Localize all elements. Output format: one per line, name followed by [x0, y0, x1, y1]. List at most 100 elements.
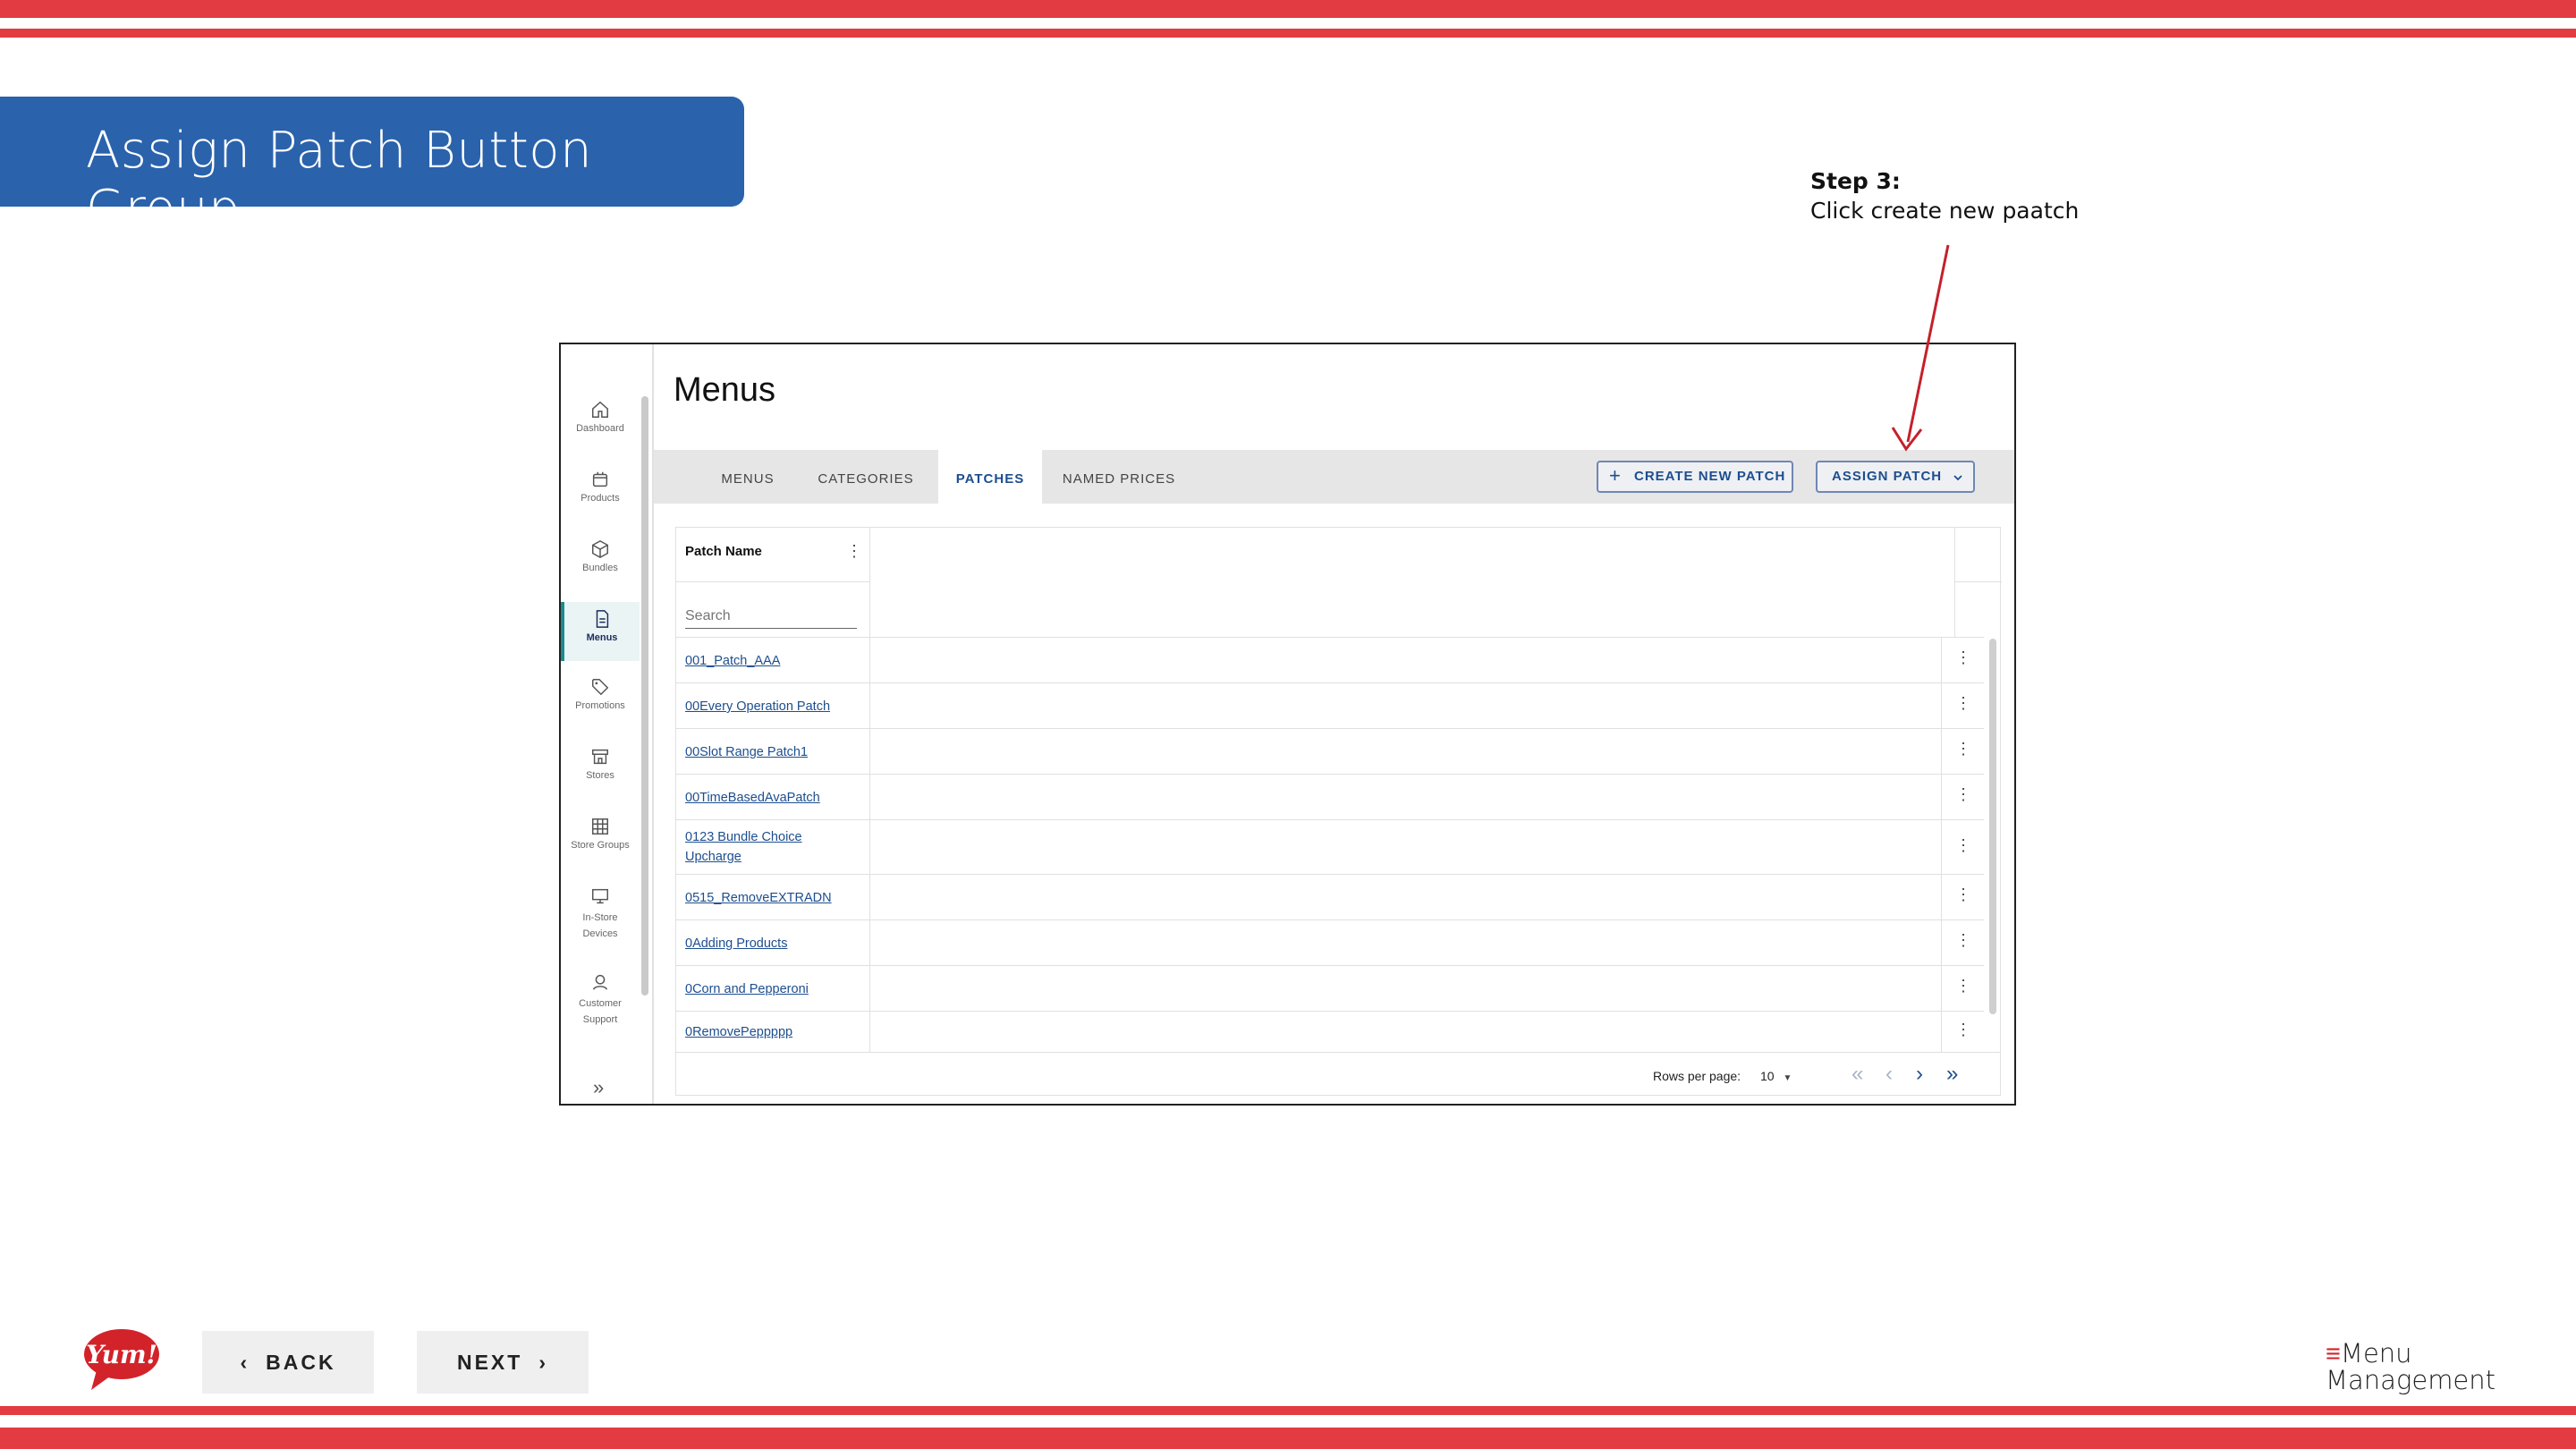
tag-icon: [592, 679, 609, 696]
patch-name-link[interactable]: 0Adding Products: [685, 934, 855, 953]
patch-name-link[interactable]: 00Every Operation Patch: [685, 697, 855, 716]
table-row[interactable]: 0Corn and Pepperoni ⋮: [676, 965, 1984, 1012]
sidebar-item-store-groups[interactable]: Store Groups: [561, 817, 640, 851]
rows-per-page-label: Rows per page:: [1653, 1069, 1741, 1083]
first-page-icon[interactable]: «: [1852, 1062, 1863, 1087]
cube-icon: [592, 539, 608, 559]
sidebar-item-label: Promotions: [575, 700, 625, 711]
header-divider: [676, 581, 869, 582]
sidebar-scrollbar[interactable]: [641, 396, 648, 996]
back-label: BACK: [266, 1351, 336, 1374]
patch-name-link[interactable]: 0RemovePeppppp: [685, 1022, 855, 1042]
patch-name-link[interactable]: 00TimeBasedAvaPatch: [685, 788, 855, 808]
search-input[interactable]: [685, 608, 857, 629]
app-window: Dashboard Products Bundles Menus Promoti…: [559, 343, 2016, 1106]
cell-divider: [1941, 875, 1942, 920]
row-menu-icon[interactable]: ⋮: [1955, 1021, 1971, 1039]
row-menu-icon[interactable]: ⋮: [1955, 931, 1971, 950]
cell-divider: [869, 1012, 870, 1053]
row-menu-icon[interactable]: ⋮: [1955, 740, 1971, 758]
sidebar-item-promotions[interactable]: Promotions: [561, 677, 640, 711]
expand-sidebar-icon[interactable]: »: [593, 1076, 604, 1099]
bottom-stripe-1: [0, 1406, 2576, 1415]
cell-divider: [869, 920, 870, 966]
yum-logo-text: Yum!: [86, 1340, 157, 1369]
table-row[interactable]: 00Slot Range Patch1 ⋮: [676, 728, 1984, 775]
table-footer: Rows per page: 10 ▼ « ‹ › »: [676, 1052, 2000, 1096]
table-row[interactable]: 0RemovePeppppp ⋮: [676, 1011, 1984, 1053]
rows-per-page-select[interactable]: 10 ▼: [1760, 1069, 1792, 1083]
sidebar-item-stores[interactable]: Stores: [561, 747, 640, 781]
plus-icon: +: [1609, 464, 1622, 487]
cell-divider: [869, 775, 870, 820]
header-divider: [1955, 581, 2002, 582]
sidebar-item-label: Products: [580, 493, 620, 504]
top-stripe-2: [0, 29, 2576, 38]
sidebar-item-bundles[interactable]: Bundles: [561, 539, 640, 573]
table-scrollbar[interactable]: [1989, 639, 1996, 1014]
actions-column-header: [1954, 528, 2002, 637]
column-menu-icon[interactable]: ⋮: [846, 542, 862, 561]
row-menu-icon[interactable]: ⋮: [1955, 886, 1971, 904]
page-title: Menus: [674, 371, 776, 409]
assign-patch-button[interactable]: ASSIGN PATCH: [1816, 461, 1975, 493]
chevron-right-icon: ›: [538, 1351, 548, 1374]
tab-menus[interactable]: MENUS: [708, 450, 788, 504]
patch-name-link[interactable]: 001_Patch_AAA: [685, 651, 855, 671]
cell-divider: [869, 729, 870, 775]
table-row[interactable]: 0123 Bundle Choice Upcharge ⋮: [676, 819, 1984, 875]
sidebar-item-customer-support[interactable]: Customer Support: [561, 972, 640, 1028]
back-button[interactable]: ‹ BACK: [202, 1331, 374, 1394]
table-row[interactable]: 0515_RemoveEXTRADN ⋮: [676, 874, 1984, 920]
support-icon: [592, 974, 608, 990]
cell-divider: [869, 966, 870, 1012]
table-row[interactable]: 00TimeBasedAvaPatch ⋮: [676, 774, 1984, 820]
cell-divider: [1941, 729, 1942, 775]
step-instruction: Step 3: Click create new paatch: [1810, 166, 2079, 225]
row-menu-icon[interactable]: ⋮: [1955, 785, 1971, 804]
cell-divider: [869, 638, 870, 683]
menu-lines-icon: ≡: [2326, 1338, 2341, 1368]
create-new-patch-button[interactable]: + CREATE NEW PATCH: [1597, 461, 1793, 493]
next-page-icon[interactable]: ›: [1916, 1062, 1923, 1087]
patch-name-link[interactable]: 00Slot Range Patch1: [685, 742, 855, 762]
cell-divider: [869, 683, 870, 729]
sidebar-item-in-store-devices[interactable]: In-Store Devices: [561, 886, 640, 942]
cell-divider: [1941, 775, 1942, 820]
document-icon: [596, 610, 609, 628]
sidebar-item-dashboard[interactable]: Dashboard: [561, 400, 640, 434]
tab-categories[interactable]: CATEGORIES: [808, 450, 924, 504]
table-row[interactable]: 0Adding Products ⋮: [676, 919, 1984, 966]
step-text: Click create new paatch: [1810, 198, 2080, 224]
patch-name-link[interactable]: 0515_RemoveEXTRADN: [685, 888, 855, 908]
table-row[interactable]: 00Every Operation Patch ⋮: [676, 682, 1984, 729]
sidebar-item-products[interactable]: Products: [561, 470, 640, 504]
tab-patches[interactable]: PATCHES: [938, 450, 1042, 504]
previous-page-icon[interactable]: ‹: [1885, 1062, 1893, 1087]
cell-divider: [1941, 966, 1942, 1012]
column-header-label: Patch Name: [685, 544, 762, 559]
row-menu-icon[interactable]: ⋮: [1955, 694, 1971, 713]
patch-name-link[interactable]: 0123 Bundle Choice Upcharge: [685, 827, 855, 867]
sidebar-item-menus[interactable]: Menus: [561, 602, 640, 661]
top-stripe-1: [0, 0, 2576, 18]
box-icon: [592, 471, 608, 487]
cell-divider: [1941, 683, 1942, 729]
chevron-down-icon: [1953, 475, 1962, 481]
yum-logo-icon: Yum!: [84, 1329, 159, 1390]
cell-divider: [869, 875, 870, 920]
last-page-icon[interactable]: »: [1946, 1062, 1958, 1087]
row-menu-icon[interactable]: ⋮: [1955, 836, 1971, 855]
sidebar-item-label: Customer Support: [579, 998, 622, 1025]
row-menu-icon[interactable]: ⋮: [1955, 977, 1971, 996]
logo-line-2: Management: [2326, 1365, 2496, 1395]
cell-divider: [1941, 820, 1942, 875]
tab-named-prices[interactable]: NAMED PRICES: [1056, 450, 1182, 504]
tab-bar: MENUS CATEGORIES PATCHES NAMED PRICES: [654, 450, 2014, 504]
step-label: Step 3:: [1810, 168, 1901, 194]
sidebar-item-label: Store Groups: [571, 840, 630, 851]
next-button[interactable]: NEXT ›: [417, 1331, 589, 1394]
patch-name-link[interactable]: 0Corn and Pepperoni: [685, 979, 855, 999]
table-row[interactable]: 001_Patch_AAA ⋮: [676, 637, 1984, 683]
row-menu-icon[interactable]: ⋮: [1955, 648, 1971, 667]
